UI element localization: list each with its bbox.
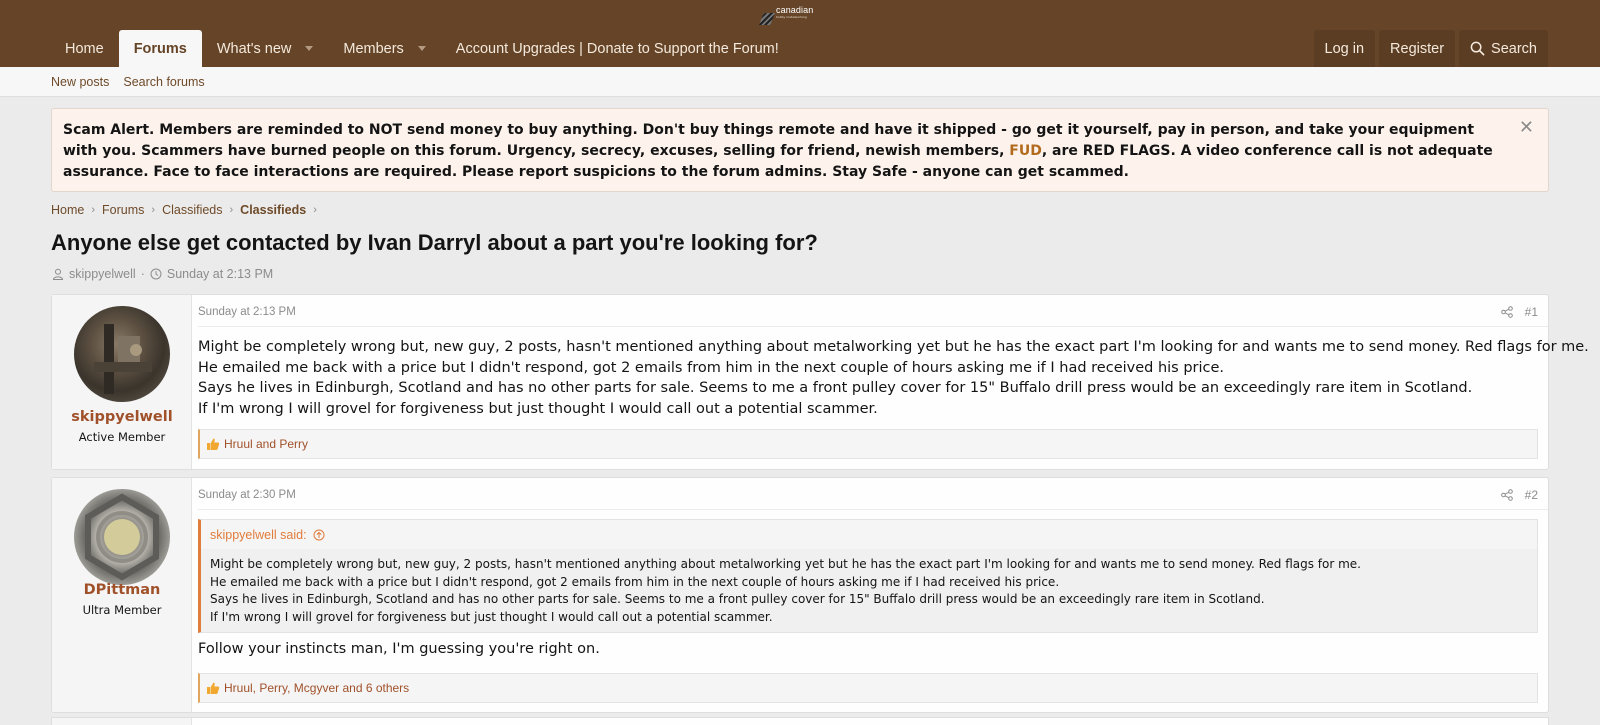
- quote-line: Might be completely wrong but, new guy, …: [210, 557, 1361, 571]
- logo-mark-icon: [759, 13, 775, 25]
- nav-tab-members[interactable]: Members: [328, 30, 440, 67]
- post-number[interactable]: #2: [1525, 488, 1538, 502]
- nav-tab-whats-new-label: What's new: [216, 40, 292, 57]
- post-usertitle: Active Member: [78, 430, 166, 444]
- quote-body: Might be completely wrong but, new guy, …: [201, 549, 1537, 632]
- share-icon[interactable]: [1500, 306, 1513, 318]
- avatar-image: [94, 324, 152, 394]
- logo-subtext: hobby metalworking: [776, 16, 807, 19]
- post-line: Follow your instincts man, I'm guessing …: [198, 641, 600, 657]
- meta-separator: ·: [140, 267, 145, 281]
- post-actions: #2: [1500, 488, 1538, 502]
- like-icon: [207, 438, 220, 450]
- post-reactions[interactable]: Hruul and Perry: [198, 429, 1538, 459]
- post-line: He emailed me back with a price but I di…: [198, 359, 1225, 376]
- post-line: Says he lives in Edinburgh, Scotland and…: [198, 380, 1473, 397]
- quote-header[interactable]: skippyelwell said:: [210, 528, 325, 542]
- post-date[interactable]: Sunday at 2:13 PM: [198, 306, 296, 318]
- reactions-list[interactable]: Hruul, Perry, Mcgyver and 6 others: [224, 681, 409, 695]
- nav-tab-account-upgrades[interactable]: Account Upgrades | Donate to Support the…: [441, 30, 794, 67]
- like-icon: [207, 682, 220, 694]
- quote-block: skippyelwell said: Might be completely w…: [198, 519, 1538, 633]
- nav-tab-home[interactable]: Home: [50, 30, 119, 67]
- nav-tab-whats-new[interactable]: What's new: [202, 30, 329, 67]
- post-username[interactable]: DPittman: [52, 582, 192, 598]
- register-button[interactable]: Register: [1379, 30, 1456, 67]
- login-button[interactable]: Log in: [1313, 30, 1376, 67]
- post-actions: #1: [1500, 305, 1538, 319]
- arrow-up-circle-icon[interactable]: [313, 529, 325, 541]
- post-body: Might be completely wrong but, new guy, …: [198, 337, 1589, 420]
- breadcrumb-forums[interactable]: Forums: [102, 203, 144, 217]
- quote-line: He emailed me back with a price but I di…: [210, 574, 1060, 589]
- reactions-list[interactable]: Hruul and Perry: [224, 437, 308, 451]
- post-divider: [198, 509, 1548, 510]
- logo-text: canadian: [776, 5, 814, 15]
- site-header: canadian hobby metalworking Home Forums …: [0, 0, 1600, 67]
- nav-tab-members-label: Members: [343, 40, 404, 57]
- post-number[interactable]: #1: [1525, 305, 1538, 319]
- chevron-right-icon: ›: [151, 204, 156, 216]
- thread-author[interactable]: skippyelwell: [69, 267, 136, 281]
- breadcrumb-classifieds[interactable]: Classifieds: [162, 203, 222, 217]
- page-title: Anyone else get contacted by Ivan Darryl…: [51, 230, 818, 255]
- site-logo[interactable]: canadian hobby metalworking: [759, 5, 821, 25]
- search-button[interactable]: Search: [1459, 30, 1548, 67]
- avatar[interactable]: [74, 306, 170, 402]
- thread-meta: skippyelwell · Sunday at 2:13 PM: [52, 267, 273, 281]
- main-nav: Home Forums What's new Members Account U…: [50, 30, 794, 67]
- quote-author[interactable]: skippyelwell said:: [210, 528, 307, 542]
- post-divider: [198, 326, 1548, 327]
- post-user-panel: DPittman Ultra Member: [52, 478, 192, 712]
- next-post-user-panel: [52, 718, 192, 725]
- chevron-right-icon: ›: [313, 204, 317, 216]
- share-icon[interactable]: [1500, 489, 1513, 501]
- chevron-down-icon[interactable]: [305, 46, 314, 51]
- post-date[interactable]: Sunday at 2:30 PM: [198, 489, 296, 501]
- chevron-right-icon: ›: [229, 204, 234, 216]
- search-icon: [1470, 41, 1485, 56]
- quote-line: If I'm wrong I will grovel for forgivene…: [210, 609, 773, 624]
- avatar[interactable]: [74, 489, 170, 585]
- search-forums-link[interactable]: Search forums: [123, 75, 204, 89]
- post-reactions[interactable]: Hruul, Perry, Mcgyver and 6 others: [198, 673, 1538, 703]
- post-user-panel: skippyelwell Active Member: [52, 295, 192, 469]
- new-posts-link[interactable]: New posts: [51, 75, 109, 89]
- breadcrumb: Home › Forums › Classifieds › Classified…: [51, 203, 317, 217]
- search-button-label: Search: [1491, 40, 1537, 57]
- chevron-down-icon[interactable]: [417, 46, 426, 51]
- fud-link[interactable]: FUD: [1009, 143, 1042, 159]
- breadcrumb-home[interactable]: Home: [51, 203, 84, 217]
- post-content: Sunday at 2:13 PM #1 Might be completely…: [198, 295, 1589, 469]
- avatar-image: [85, 493, 159, 581]
- chevron-right-icon: ›: [91, 204, 96, 216]
- post-2: DPittman Ultra Member Sunday at 2:30 PM …: [51, 477, 1549, 713]
- quote-line: Says he lives in Edinburgh, Scotland and…: [210, 592, 1265, 607]
- post-content: Sunday at 2:30 PM #2 skippyelwell said:: [198, 478, 1548, 712]
- scam-alert-notice: Scam Alert. Members are reminded to NOT …: [51, 108, 1549, 192]
- close-icon[interactable]: ✕: [1519, 117, 1534, 138]
- post-username[interactable]: skippyelwell: [52, 409, 192, 425]
- post-line: Might be completely wrong but, new guy, …: [198, 339, 1589, 355]
- breadcrumb-classifieds-current[interactable]: Classifieds: [240, 203, 306, 217]
- next-post-edge: [51, 717, 1549, 725]
- clock-icon: [150, 268, 162, 280]
- thread-date[interactable]: Sunday at 2:13 PM: [167, 267, 273, 281]
- post-body: Follow your instincts man, I'm guessing …: [198, 639, 1538, 660]
- sub-nav: New posts Search forums: [0, 67, 1600, 97]
- user-icon: [52, 268, 64, 280]
- nav-tab-forums[interactable]: Forums: [118, 30, 202, 67]
- post-1: skippyelwell Active Member Sunday at 2:1…: [51, 294, 1589, 470]
- post-line: If I'm wrong I will grovel for forgivene…: [198, 401, 878, 418]
- post-usertitle: Ultra Member: [82, 603, 162, 617]
- user-nav: Log in Register Search: [1313, 30, 1548, 67]
